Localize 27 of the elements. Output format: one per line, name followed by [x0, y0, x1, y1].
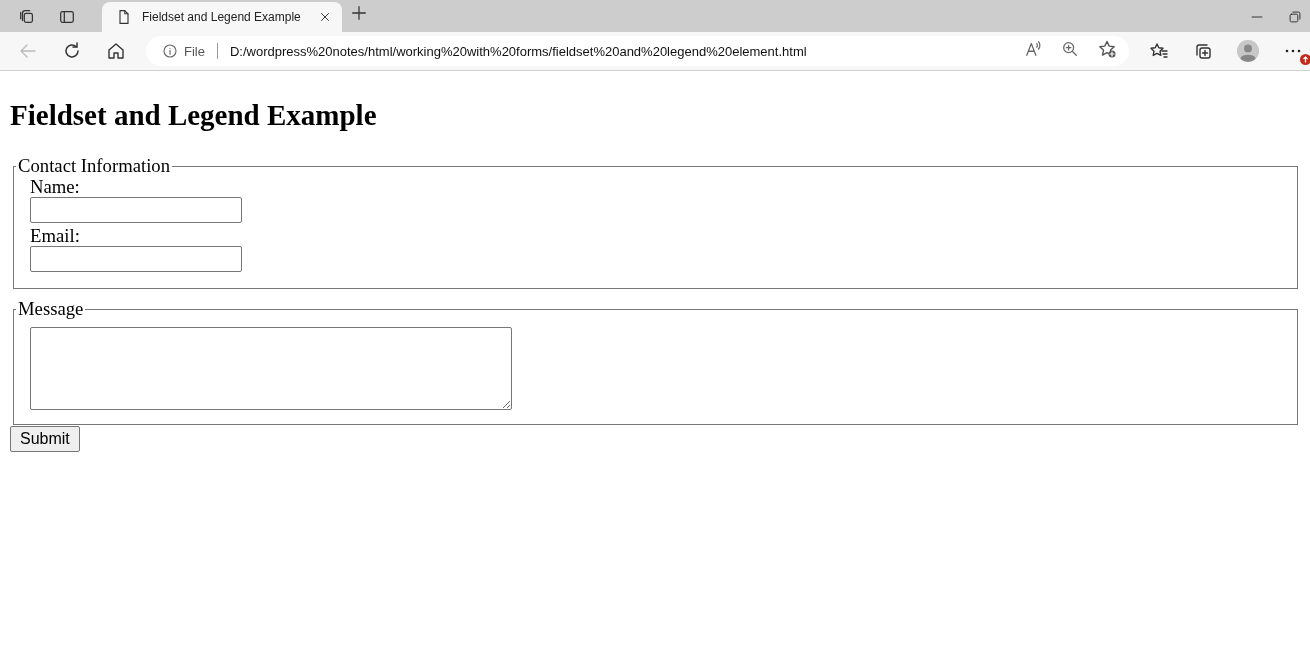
add-favorite-icon[interactable]	[1097, 39, 1117, 59]
legend-text: Contact Information	[17, 156, 172, 176]
text-field[interactable]	[30, 197, 242, 223]
collections-icon[interactable]	[1193, 41, 1213, 61]
read-aloud-icon[interactable]	[1025, 40, 1043, 58]
field-label: Name:	[30, 176, 80, 197]
legend-text: Message	[17, 299, 85, 319]
field-label: Email:	[30, 225, 80, 246]
favorites-icon[interactable]	[1149, 41, 1169, 61]
browser-tab[interactable]: Fieldset and Legend Example	[102, 2, 342, 32]
profile-avatar[interactable]	[1237, 40, 1259, 62]
address-url[interactable]: D:/wordpress%20notes/html/working%20with%20forms/fieldset%20and%20legend%20element.html	[229, 43, 1007, 59]
refresh-icon[interactable]	[62, 41, 82, 61]
message-field[interactable]	[30, 327, 512, 410]
restore-icon[interactable]	[1288, 10, 1302, 24]
close-icon[interactable]	[318, 10, 332, 24]
tab-actions-icon[interactable]	[58, 8, 76, 26]
plus-icon[interactable]	[350, 4, 368, 22]
zoom-icon[interactable]	[1061, 40, 1079, 58]
home-icon[interactable]	[106, 41, 126, 61]
page-heading: Fieldset and Legend Example	[10, 98, 378, 132]
security-label: File	[184, 43, 205, 59]
workspaces-icon[interactable]	[18, 8, 36, 26]
page-icon	[116, 9, 132, 25]
text-field[interactable]	[30, 246, 242, 272]
submit-button[interactable]: Submit	[10, 426, 80, 452]
info-icon[interactable]	[162, 43, 178, 59]
